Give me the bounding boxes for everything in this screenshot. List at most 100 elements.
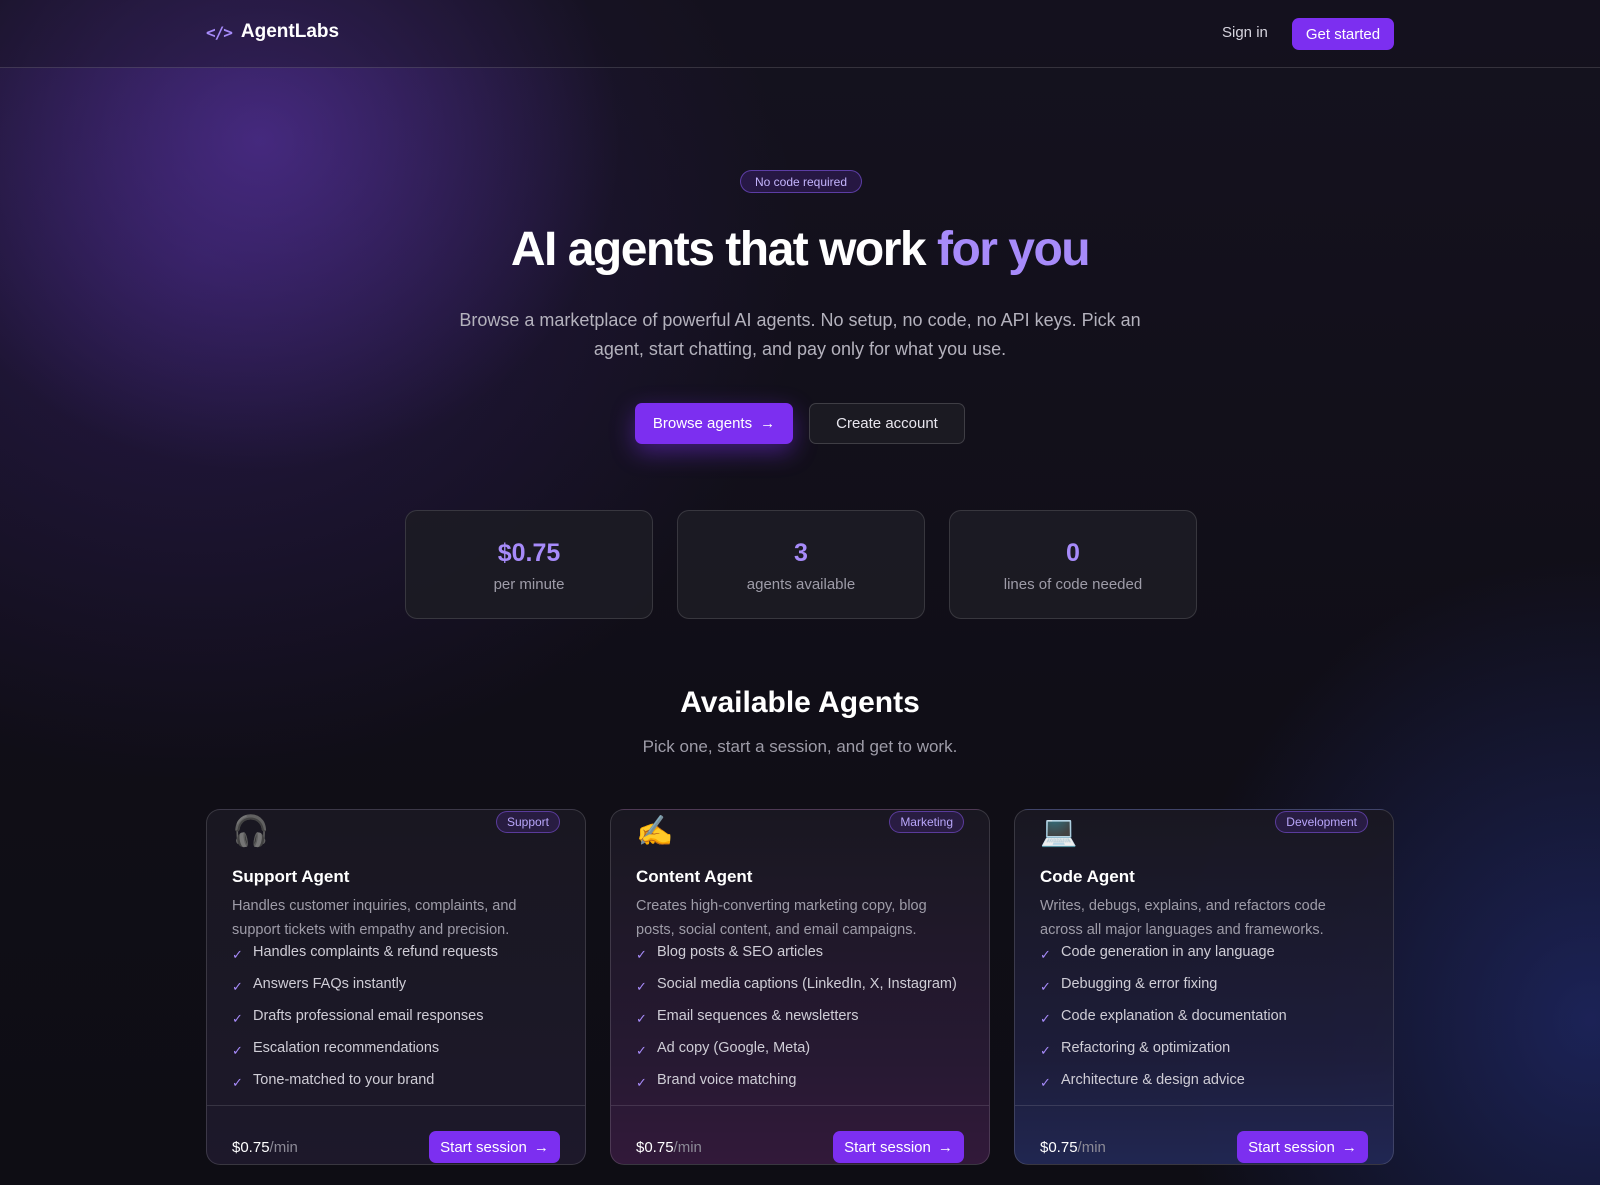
top-nav: </> AgentLabs Sign in Get started xyxy=(0,0,1600,68)
price-label: $0.75/min xyxy=(1040,1139,1106,1156)
category-badge: Marketing xyxy=(889,811,964,833)
price-value: $0.75 xyxy=(232,1139,270,1156)
agent-card-content: ✍️ Marketing Content Agent Creates high-… xyxy=(610,809,990,1165)
feature-text: Blog posts & SEO articles xyxy=(657,944,824,960)
feature-list: ✓ Blog posts & SEO articles ✓ Social media… xyxy=(636,942,966,1102)
start-session-label: Start session xyxy=(844,1138,931,1156)
section-title: Available Agents xyxy=(680,686,920,719)
agent-title: Content Agent xyxy=(636,867,753,886)
feature-item: ✓ Answers FAQs instantly xyxy=(232,974,562,997)
feature-text: Social media captions (LinkedIn, X, Inst… xyxy=(657,976,957,992)
check-icon: ✓ xyxy=(1040,1043,1051,1058)
check-icon: ✓ xyxy=(232,979,243,994)
browse-agents-label: Browse agents xyxy=(652,415,753,432)
brand-name: AgentLabs xyxy=(240,21,340,42)
stat-label: lines of code needed xyxy=(1003,576,1143,593)
hero-title-accent: for you xyxy=(936,223,1091,276)
check-icon: ✓ xyxy=(636,1043,647,1058)
agent-description: Handles customer inquiries, complaints, … xyxy=(232,898,517,938)
stat-value: 3 xyxy=(794,539,808,567)
start-session-button[interactable]: Start session → xyxy=(1237,1131,1368,1163)
feature-item: ✓ Tone-matched to your brand xyxy=(232,1070,562,1093)
agent-description: Creates high-converting marketing copy, … xyxy=(636,898,927,938)
arrow-right-icon: → xyxy=(533,1138,549,1156)
brand-logo[interactable]: </> AgentLabs xyxy=(206,21,339,43)
feature-text: Answers FAQs instantly xyxy=(253,976,407,992)
check-icon: ✓ xyxy=(232,947,243,962)
feature-item: ✓ Drafts professional email responses xyxy=(232,1006,562,1029)
feature-text: Email sequences & newsletters xyxy=(657,1008,859,1024)
price-value: $0.75 xyxy=(1040,1139,1078,1156)
feature-item: ✓ Refactoring & optimization xyxy=(1040,1038,1370,1061)
feature-text: Debugging & error fixing xyxy=(1061,976,1218,992)
create-account-button[interactable]: Create account xyxy=(809,403,965,444)
feature-text: Code generation in any language xyxy=(1061,944,1275,960)
feature-item: ✓ Email sequences & newsletters xyxy=(636,1006,966,1029)
check-icon: ✓ xyxy=(636,1075,647,1090)
feature-text: Handles complaints & refund requests xyxy=(253,944,499,960)
headphones-icon: 🎧 xyxy=(232,815,270,848)
check-icon: ✓ xyxy=(1040,947,1051,962)
check-icon: ✓ xyxy=(636,947,647,962)
feature-item: ✓ Debugging & error fixing xyxy=(1040,974,1370,997)
sign-in-link[interactable]: Sign in xyxy=(1222,24,1268,41)
card-divider xyxy=(207,1105,585,1106)
feature-item: ✓ Handles complaints & refund requests xyxy=(232,942,562,965)
check-icon: ✓ xyxy=(1040,1011,1051,1026)
stat-card-code: 0 lines of code needed xyxy=(949,510,1197,619)
card-divider xyxy=(1015,1105,1393,1106)
feature-text: Ad copy (Google, Meta) xyxy=(657,1040,811,1056)
no-code-pill: No code required xyxy=(740,170,862,193)
arrow-right-icon: → xyxy=(1341,1138,1357,1156)
arrow-right-icon: → xyxy=(937,1138,953,1156)
category-badge: Development xyxy=(1275,811,1368,833)
agent-card-code: 💻 Development Code Agent Writes, debugs,… xyxy=(1014,809,1394,1165)
check-icon: ✓ xyxy=(636,979,647,994)
agent-description: Writes, debugs, explains, and refactors … xyxy=(1040,898,1326,938)
check-icon: ✓ xyxy=(232,1075,243,1090)
price-value: $0.75 xyxy=(636,1139,674,1156)
feature-item: ✓ Code explanation & documentation xyxy=(1040,1006,1370,1029)
price-label: $0.75/min xyxy=(636,1139,702,1156)
stat-card-price: $0.75 per minute xyxy=(405,510,653,619)
writing-hand-icon: ✍️ xyxy=(636,815,674,848)
stat-value: 0 xyxy=(1066,539,1080,567)
landing-page: </> AgentLabs Sign in Get started No cod… xyxy=(0,0,1600,1185)
check-icon: ✓ xyxy=(232,1043,243,1058)
check-icon: ✓ xyxy=(1040,1075,1051,1090)
feature-text: Drafts professional email responses xyxy=(253,1008,484,1024)
hero-title: AI agents that work for you xyxy=(0,222,1600,277)
feature-item: ✓ Architecture & design advice xyxy=(1040,1070,1370,1093)
feature-text: Tone-matched to your brand xyxy=(253,1072,435,1088)
card-divider xyxy=(611,1105,989,1106)
section-subtitle: Pick one, start a session, and get to wo… xyxy=(642,737,958,756)
agent-title: Support Agent xyxy=(232,867,350,886)
agent-card-support: 🎧 Support Support Agent Handles customer… xyxy=(206,809,586,1165)
stat-label: agents available xyxy=(746,576,856,593)
price-unit: /min xyxy=(1077,1139,1106,1156)
start-session-label: Start session xyxy=(1248,1138,1335,1156)
feature-item: ✓ Escalation recommendations xyxy=(232,1038,562,1061)
feature-item: ✓ Social media captions (LinkedIn, X, Ins… xyxy=(636,974,966,997)
feature-list: ✓ Handles complaints & refund requests ✓ A… xyxy=(232,942,562,1102)
code-brackets-icon: </> xyxy=(206,22,233,42)
start-session-label: Start session xyxy=(440,1138,527,1156)
check-icon: ✓ xyxy=(1040,979,1051,994)
price-unit: /min xyxy=(673,1139,702,1156)
check-icon: ✓ xyxy=(232,1011,243,1026)
feature-text: Escalation recommendations xyxy=(253,1040,440,1056)
feature-item: ✓ Code generation in any language xyxy=(1040,942,1370,965)
price-label: $0.75/min xyxy=(232,1139,298,1156)
hero-subtitle: Browse a marketplace of powerful AI agen… xyxy=(459,310,1141,359)
start-session-button[interactable]: Start session → xyxy=(429,1131,560,1163)
category-badge: Support xyxy=(495,811,560,833)
feature-item: ✓ Brand voice matching xyxy=(636,1070,966,1093)
agent-title: Code Agent xyxy=(1040,867,1135,886)
feature-item: ✓ Blog posts & SEO articles xyxy=(636,942,966,965)
start-session-button[interactable]: Start session → xyxy=(833,1131,964,1163)
price-unit: /min xyxy=(269,1139,298,1156)
feature-text: Refactoring & optimization xyxy=(1061,1040,1231,1056)
get-started-button[interactable]: Get started xyxy=(1292,18,1394,50)
browse-agents-button[interactable]: Browse agents → xyxy=(635,403,793,444)
feature-text: Architecture & design advice xyxy=(1061,1072,1245,1088)
